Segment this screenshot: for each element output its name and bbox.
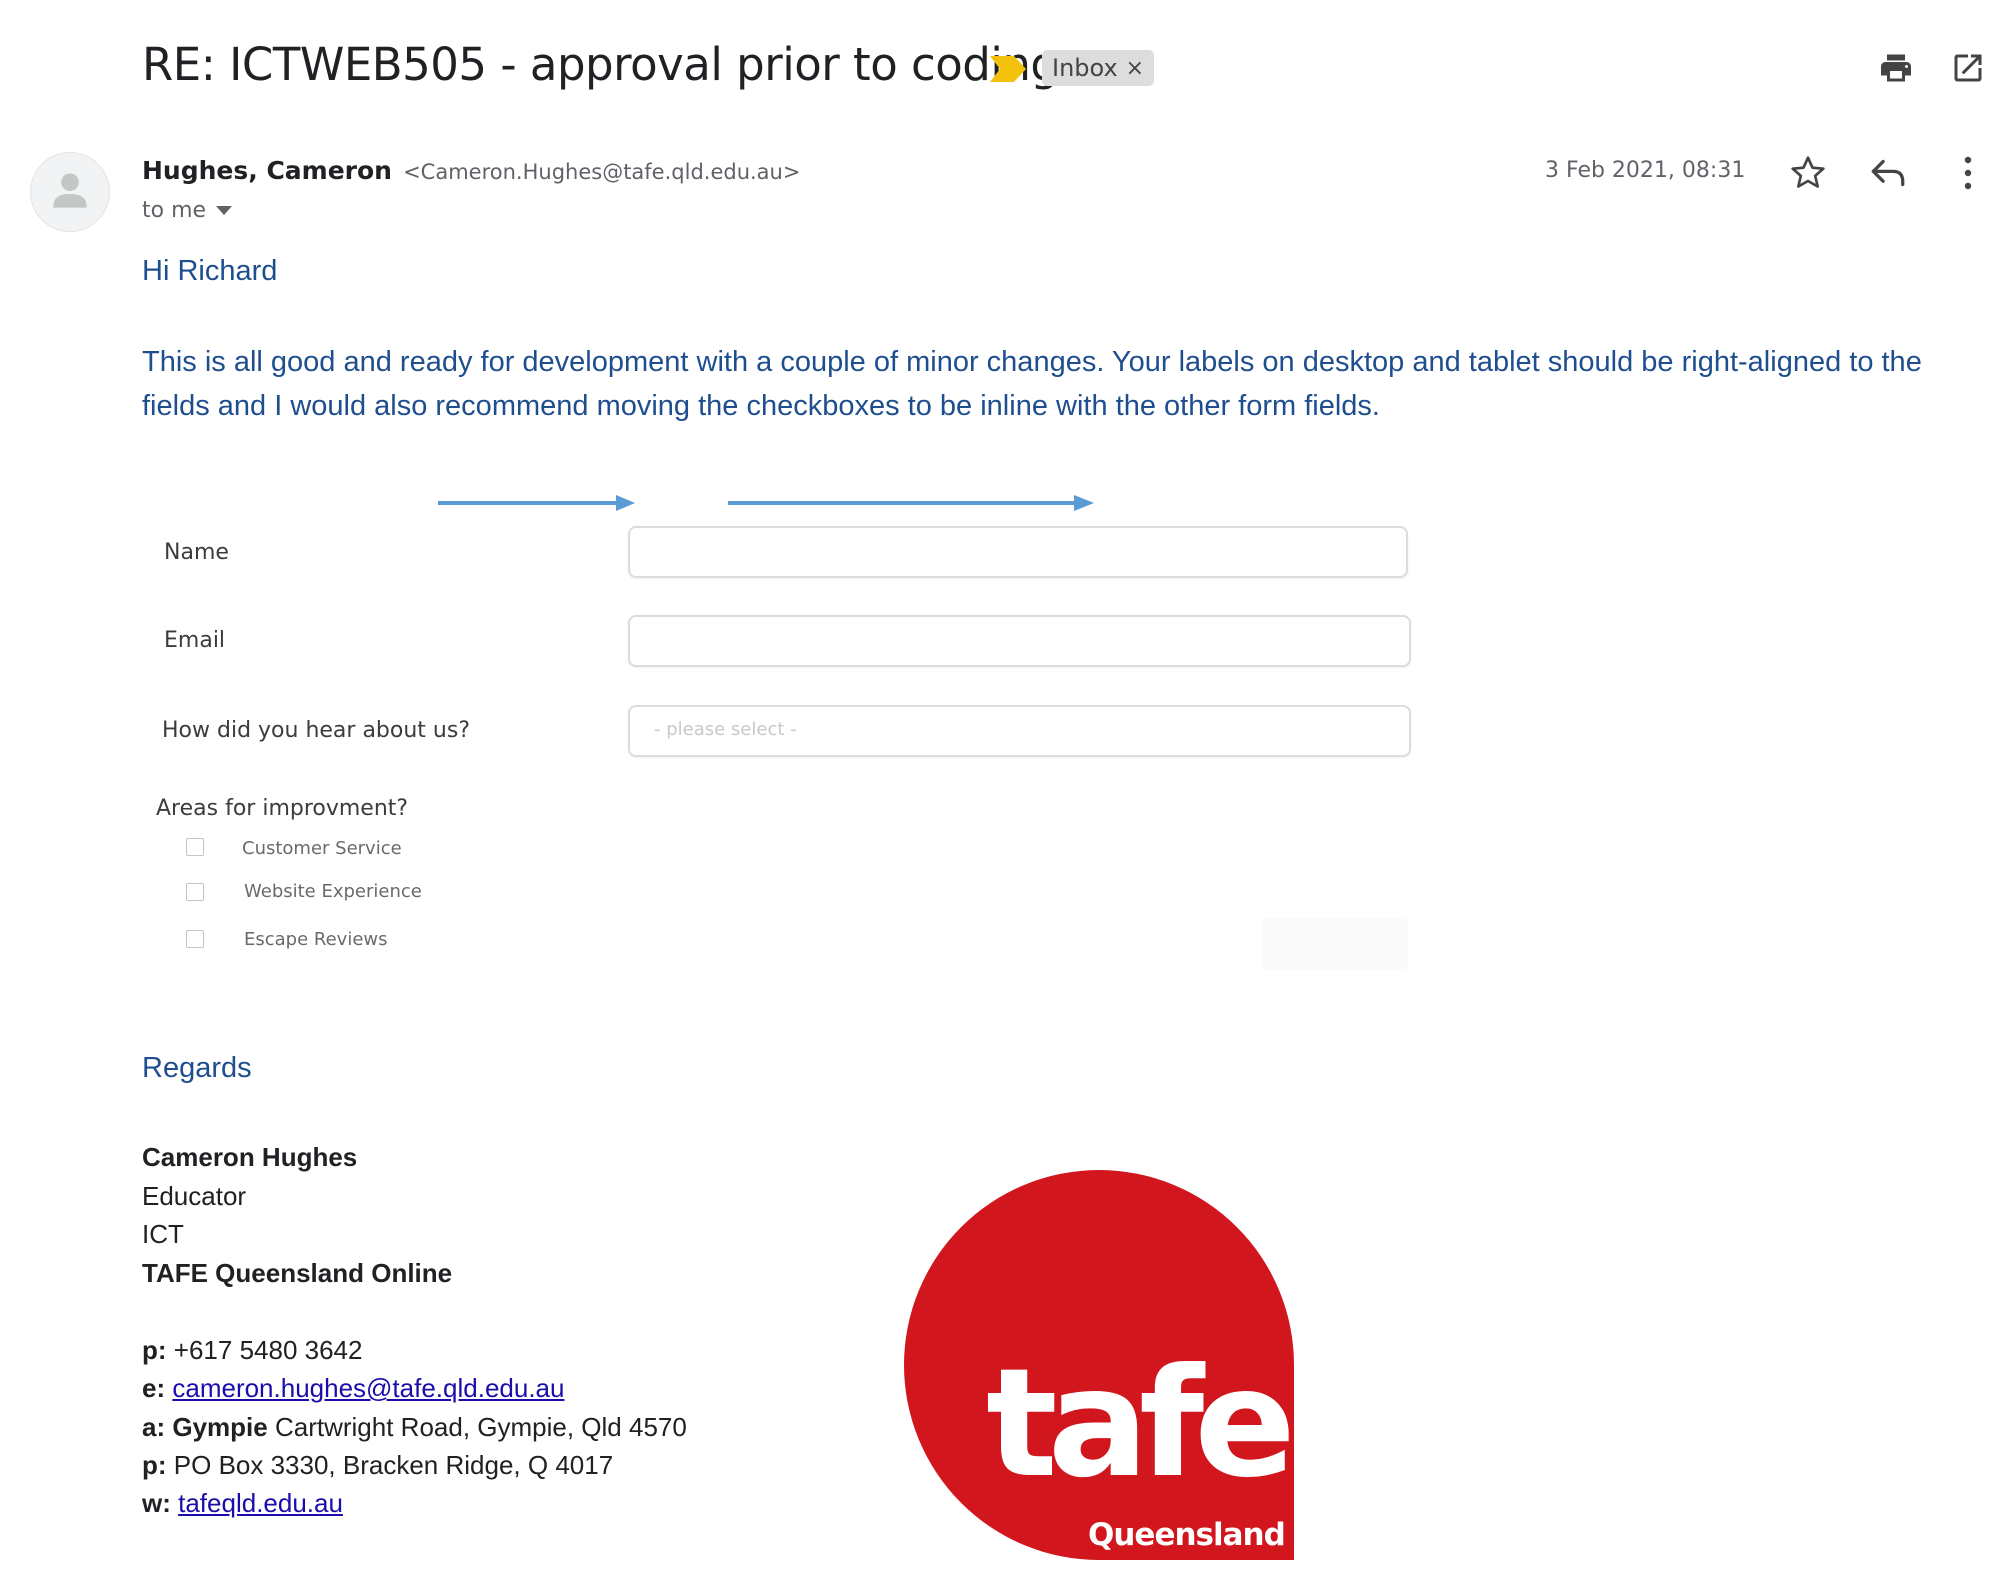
mock-checkbox — [186, 883, 204, 901]
reply-icon[interactable] — [1868, 155, 1908, 191]
mock-name-label: Name — [164, 540, 229, 565]
mock-email-field — [628, 615, 1411, 667]
mock-faint-button — [1262, 918, 1408, 970]
email-paragraph: This is all good and ready for developme… — [142, 346, 1922, 422]
signature-name: Cameron Hughes — [142, 1142, 358, 1172]
signature-postal: p: PO Box 3330, Bracken Ridge, Q 4017 — [142, 1450, 614, 1480]
importance-marker-icon[interactable] — [990, 56, 1026, 82]
email-greeting: Hi Richard — [142, 255, 278, 287]
tafe-queensland-logo: tafe Queensland — [904, 1170, 1294, 1560]
sender-email: <Cameron.Hughes@tafe.qld.edu.au> — [403, 160, 801, 184]
mock-checkbox — [186, 838, 204, 856]
svg-text:tafe: tafe — [986, 1337, 1289, 1511]
email-timestamp: 3 Feb 2021, 08:31 — [1545, 158, 1746, 183]
sender-line: Hughes, Cameron <Cameron.Hughes@tafe.qld… — [142, 156, 800, 185]
signature-department: ICT — [142, 1219, 184, 1249]
open-new-window-icon[interactable] — [1950, 50, 1986, 86]
mock-checkbox-label: Website Experience — [244, 881, 422, 902]
inbox-label-text: Inbox — [1052, 54, 1118, 82]
signature-email: e: cameron.hughes@tafe.qld.edu.au — [142, 1373, 565, 1403]
annotation-arrows — [438, 495, 1094, 511]
signature-title: Educator — [142, 1181, 247, 1211]
mock-areas-label: Areas for improvment? — [156, 796, 409, 821]
signature-address: a: Gympie Cartwright Road, Gympie, Qld 4… — [142, 1412, 687, 1442]
star-icon[interactable] — [1788, 153, 1828, 193]
inbox-label-chip[interactable]: Inbox × — [1042, 50, 1155, 86]
signature-web: w: tafeqld.edu.au — [142, 1488, 343, 1518]
recipient-details[interactable]: to me — [142, 198, 233, 223]
mock-select-field: - please select - — [628, 705, 1411, 757]
mock-email-label: Email — [164, 628, 226, 653]
signature-web-link[interactable]: tafeqld.edu.au — [178, 1488, 343, 1518]
email-subject: RE: ICTWEB505 - approval prior to coding — [142, 38, 1059, 91]
mock-checkbox — [186, 930, 204, 948]
svg-text:Queensland: Queensland — [1088, 1517, 1285, 1553]
mock-checkbox-label: Escape Reviews — [244, 929, 388, 950]
print-icon[interactable] — [1878, 50, 1914, 86]
recipient-text: to me — [142, 198, 207, 223]
caret-down-icon[interactable] — [216, 206, 233, 215]
mock-name-field — [628, 526, 1408, 578]
avatar-person-icon — [53, 173, 87, 208]
mock-select-placeholder: - please select - — [654, 719, 797, 740]
sender-name[interactable]: Hughes, Cameron — [142, 156, 392, 185]
signature-phone: p: +617 5480 3642 — [142, 1335, 363, 1365]
more-vert-icon[interactable] — [1960, 155, 1976, 191]
email-regards: Regards — [142, 1052, 252, 1084]
mock-hear-label: How did you hear about us? — [162, 718, 470, 743]
signature-email-link[interactable]: cameron.hughes@tafe.qld.edu.au — [172, 1373, 564, 1403]
remove-label-icon[interactable]: × — [1126, 56, 1144, 81]
sender-avatar[interactable] — [30, 152, 110, 232]
signature-org: TAFE Queensland Online — [142, 1258, 453, 1288]
form-mockup-image: Name Email How did you hear about us? - … — [140, 460, 1420, 980]
mock-checkbox-label: Customer Service — [242, 838, 402, 859]
